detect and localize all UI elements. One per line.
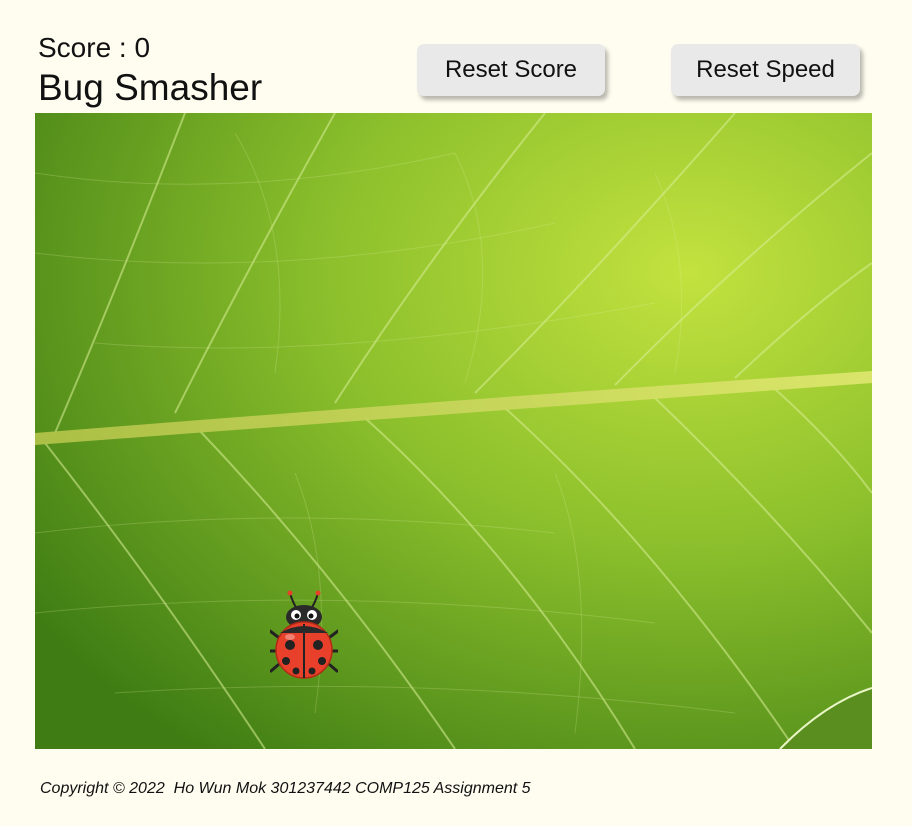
copyright-footer: Copyright © 2022 Ho Wun Mok 301237442 CO…	[40, 780, 531, 797]
score-display: Score : 0	[38, 30, 150, 66]
game-board[interactable]	[35, 113, 872, 749]
leaf-background	[35, 113, 872, 749]
reset-speed-button[interactable]: Reset Speed	[671, 44, 860, 96]
game-title: Bug Smasher	[38, 67, 263, 108]
reset-score-button[interactable]: Reset Score	[417, 44, 605, 96]
ladybug-icon[interactable]	[270, 589, 338, 681]
score-value: 0	[134, 32, 151, 63]
score-label: Score :	[38, 32, 135, 63]
